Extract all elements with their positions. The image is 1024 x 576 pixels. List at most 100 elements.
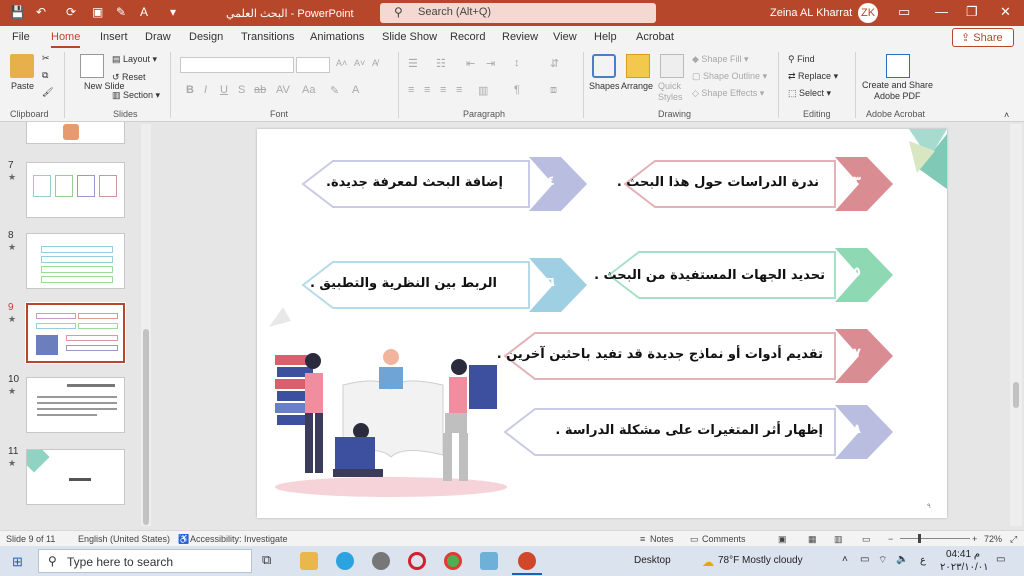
weather-status[interactable]: 78°F Mostly cloudy <box>718 555 803 566</box>
zoom-level[interactable]: 72% <box>984 534 1002 544</box>
normal-view-icon[interactable]: ▣ <box>778 534 787 545</box>
tab-view[interactable]: View <box>553 31 577 43</box>
zoom-slider-thumb[interactable] <box>918 534 921 543</box>
font-size-combo[interactable] <box>296 57 330 73</box>
shape-fill-button[interactable]: ◆ Shape Fill ▾ <box>692 54 748 65</box>
zoom-in-icon[interactable]: + <box>972 534 977 544</box>
smartart-icon[interactable]: ⧈ <box>550 84 557 97</box>
shrink-font-icon[interactable]: A˅ <box>354 58 365 68</box>
app-icon[interactable] <box>480 552 498 570</box>
close-icon[interactable]: ✕ <box>1000 4 1011 20</box>
opera-icon[interactable] <box>408 552 426 570</box>
tab-record[interactable]: Record <box>450 31 485 43</box>
present-icon[interactable]: ▣ <box>92 5 103 19</box>
redo-icon[interactable]: ⟳ <box>66 5 76 19</box>
italic-icon[interactable]: I <box>204 84 207 96</box>
tab-transitions[interactable]: Transitions <box>241 31 294 43</box>
powerpoint-icon[interactable] <box>518 552 536 570</box>
avatar[interactable]: ZK <box>858 3 878 23</box>
increase-indent-icon[interactable]: ⇥ <box>486 57 495 70</box>
line-spacing-icon[interactable]: ↕ <box>514 57 520 69</box>
editor-scrollbar[interactable] <box>1010 124 1022 526</box>
select-button[interactable]: ⬚ Select ▾ <box>788 88 831 99</box>
align-right-icon[interactable]: ≡ <box>440 84 446 96</box>
format-painter-icon[interactable]: 🖌 <box>42 87 53 98</box>
tab-review[interactable]: Review <box>502 31 538 43</box>
tab-design[interactable]: Design <box>189 31 223 43</box>
quick-styles-icon[interactable] <box>660 54 684 78</box>
notes-button[interactable]: Notes <box>650 534 674 544</box>
tab-insert[interactable]: Insert <box>100 31 128 43</box>
justify-icon[interactable]: ≡ <box>456 84 462 96</box>
clock-date[interactable]: ٢٠٢٣/١٠/٠١ <box>940 562 989 573</box>
reading-view-icon[interactable]: ▥ <box>834 534 843 545</box>
wifi-icon[interactable]: ⌔ <box>878 554 887 567</box>
share-button[interactable]: ⇪ Share <box>952 28 1014 47</box>
replace-button[interactable]: ⇄ Replace ▾ <box>788 71 838 82</box>
user-name[interactable]: Zeina AL Kharrat <box>770 7 852 19</box>
grow-font-icon[interactable]: A˄ <box>336 58 347 68</box>
reset-button[interactable]: ↺ Reset <box>112 72 146 83</box>
chrome-icon[interactable] <box>444 552 462 570</box>
list-item-3[interactable]: ٣ ندرة الدراسات حول هذا البحث . <box>605 153 893 215</box>
list-item-4[interactable]: ٤ إضافة البحث لمعرفة جديدة. <box>299 153 587 215</box>
text-direction-icon[interactable]: ⇵ <box>550 57 559 70</box>
columns-icon[interactable]: ▥ <box>478 84 488 97</box>
tab-animations[interactable]: Animations <box>310 31 364 43</box>
strikethrough-icon[interactable]: ab <box>254 84 266 96</box>
slide-canvas[interactable]: ٣ ندرة الدراسات حول هذا البحث . ٤ إضافة … <box>257 129 947 518</box>
highlight-icon[interactable]: ✎ <box>330 84 339 97</box>
search-box[interactable]: ⚲ Search (Alt+Q) <box>380 3 656 23</box>
shape-effects-button[interactable]: ◇ Shape Effects ▾ <box>692 88 764 99</box>
slide-thumbnail-11[interactable] <box>26 449 125 505</box>
slide-thumbnail-9-selected[interactable] <box>25 302 126 364</box>
paste-icon[interactable] <box>10 54 34 78</box>
clock-time[interactable]: 04:41 م <box>946 549 980 560</box>
comments-button[interactable]: Comments <box>702 534 746 544</box>
slideshow-view-icon[interactable]: ▭ <box>862 534 871 545</box>
arrange-button[interactable]: Arrange <box>621 81 653 91</box>
numbering-icon[interactable]: ☷ <box>436 57 446 70</box>
telegram-icon[interactable] <box>336 552 354 570</box>
fit-slide-icon[interactable]: ⤢ <box>1010 534 1017 545</box>
rtl-icon[interactable]: ¶ <box>514 84 520 96</box>
quick-styles-button[interactable]: Quick Styles <box>658 81 688 103</box>
customize-icon[interactable]: ▾ <box>170 5 176 19</box>
paste-button[interactable]: Paste <box>11 81 34 91</box>
find-button[interactable]: ⚲ Find <box>788 54 815 65</box>
bold-icon[interactable]: B <box>186 84 194 96</box>
collapse-ribbon-icon[interactable]: ˄ <box>1004 110 1009 120</box>
tab-help[interactable]: Help <box>594 31 617 43</box>
tab-slide-show[interactable]: Slide Show <box>382 31 437 43</box>
shapes-icon[interactable] <box>592 54 616 78</box>
slide-thumbnail-6[interactable] <box>26 122 125 144</box>
list-item-5[interactable]: ٥ تحديد الجهات المستفيدة من البحث . <box>594 244 893 306</box>
tab-home[interactable]: Home <box>51 31 81 48</box>
notifications-icon[interactable]: ▭ <box>996 554 1005 565</box>
save-icon[interactable]: 💾 <box>10 5 25 19</box>
zoom-slider[interactable] <box>900 538 970 539</box>
copy-icon[interactable]: ⧉ <box>42 70 48 81</box>
list-item-6[interactable]: ٦ الربط بين النظرية والتطبيق . <box>299 254 587 316</box>
list-item-7[interactable]: ٧ تقديم أدوات أو نماذج جديدة قد تفيد باح… <box>497 325 893 387</box>
align-left-icon[interactable]: ≡ <box>408 84 414 96</box>
list-item-8[interactable]: ٨ إظهار أثر المتغيرات على مشكلة الدراسة … <box>501 401 893 463</box>
undo-icon[interactable]: ↶ <box>36 5 46 19</box>
task-view-icon[interactable]: ⧉ <box>262 552 280 570</box>
thumbnail-scrollbar[interactable] <box>141 124 151 526</box>
accessibility-status[interactable]: Accessibility: Investigate <box>190 534 288 544</box>
create-pdf-button[interactable]: Create and Share <box>862 80 933 90</box>
slide-thumbnail-7[interactable] <box>26 162 125 218</box>
new-slide-icon[interactable] <box>80 54 104 78</box>
font-name-combo[interactable] <box>180 57 294 73</box>
shapes-button[interactable]: Shapes <box>589 81 620 91</box>
scrollbar-thumb[interactable] <box>143 329 149 525</box>
font-color-icon[interactable]: A <box>140 5 148 19</box>
clear-format-icon[interactable]: A̸ <box>372 58 378 68</box>
taskbar-search-box[interactable]: ⚲ Type here to search <box>38 549 252 573</box>
tab-draw[interactable]: Draw <box>145 31 171 43</box>
app-icon[interactable] <box>372 552 390 570</box>
font-color-icon[interactable]: A <box>352 84 359 96</box>
section-button[interactable]: ▥ Section ▾ <box>112 90 160 101</box>
slide-thumbnail-8[interactable] <box>26 233 125 289</box>
